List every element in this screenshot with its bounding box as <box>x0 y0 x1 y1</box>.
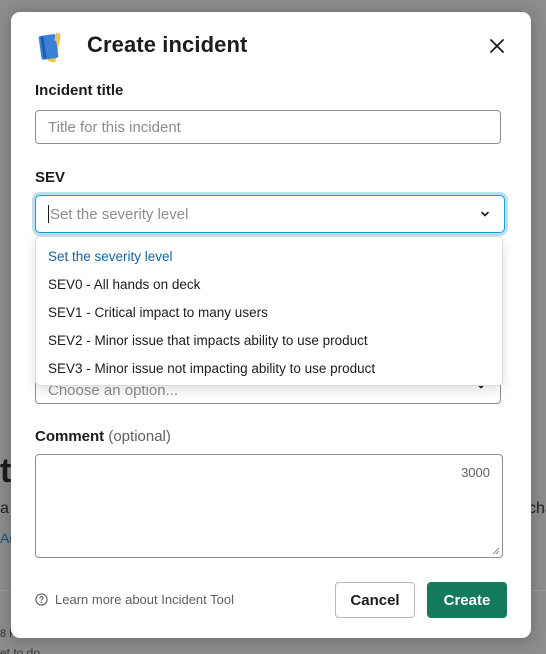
learn-more-link[interactable]: Learn more about Incident Tool <box>35 592 234 607</box>
cancel-button[interactable]: Cancel <box>335 582 415 618</box>
comment-label-text: Comment <box>35 428 105 445</box>
sev-option-sev3[interactable]: SEV3 - Minor issue not impacting ability… <box>36 355 502 383</box>
sev-label: SEV <box>35 169 66 186</box>
sev-option-sev2[interactable]: SEV2 - Minor issue that impacts ability … <box>36 327 502 355</box>
close-button[interactable] <box>481 30 513 62</box>
character-counter: 3000 <box>461 465 490 480</box>
close-icon <box>490 39 504 53</box>
sev-select-placeholder: Set the severity level <box>50 205 189 223</box>
sev-option-placeholder[interactable]: Set the severity level <box>36 243 502 271</box>
comment-label: Comment (optional) <box>35 428 171 445</box>
sev-dropdown-menu: Set the severity level SEV0 - All hands … <box>35 236 503 386</box>
incident-title-input[interactable] <box>35 110 501 144</box>
sev-option-sev0[interactable]: SEV0 - All hands on deck <box>36 271 502 299</box>
create-incident-modal: Create incident Incident title SEV Set t… <box>11 12 531 638</box>
comment-optional-hint: (optional) <box>108 428 171 445</box>
sev-option-sev1[interactable]: SEV1 - Critical impact to many users <box>36 299 502 327</box>
modal-title: Create incident <box>87 32 248 57</box>
incident-title-label: Incident title <box>35 82 124 99</box>
notebook-icon <box>35 30 71 63</box>
background-text-fragment: a <box>0 500 9 517</box>
background-heading-fragment: t <box>0 452 12 490</box>
text-cursor <box>48 205 49 223</box>
sev-select[interactable]: Set the severity level <box>35 195 505 233</box>
background-bottom-fragment: et to do <box>0 646 41 654</box>
help-icon <box>35 593 48 606</box>
learn-more-text: Learn more about Incident Tool <box>55 592 234 607</box>
comment-textarea[interactable]: 3000 <box>35 454 503 558</box>
chevron-down-icon <box>481 211 489 217</box>
resize-grip-icon[interactable] <box>492 547 500 555</box>
create-button[interactable]: Create <box>427 582 507 618</box>
